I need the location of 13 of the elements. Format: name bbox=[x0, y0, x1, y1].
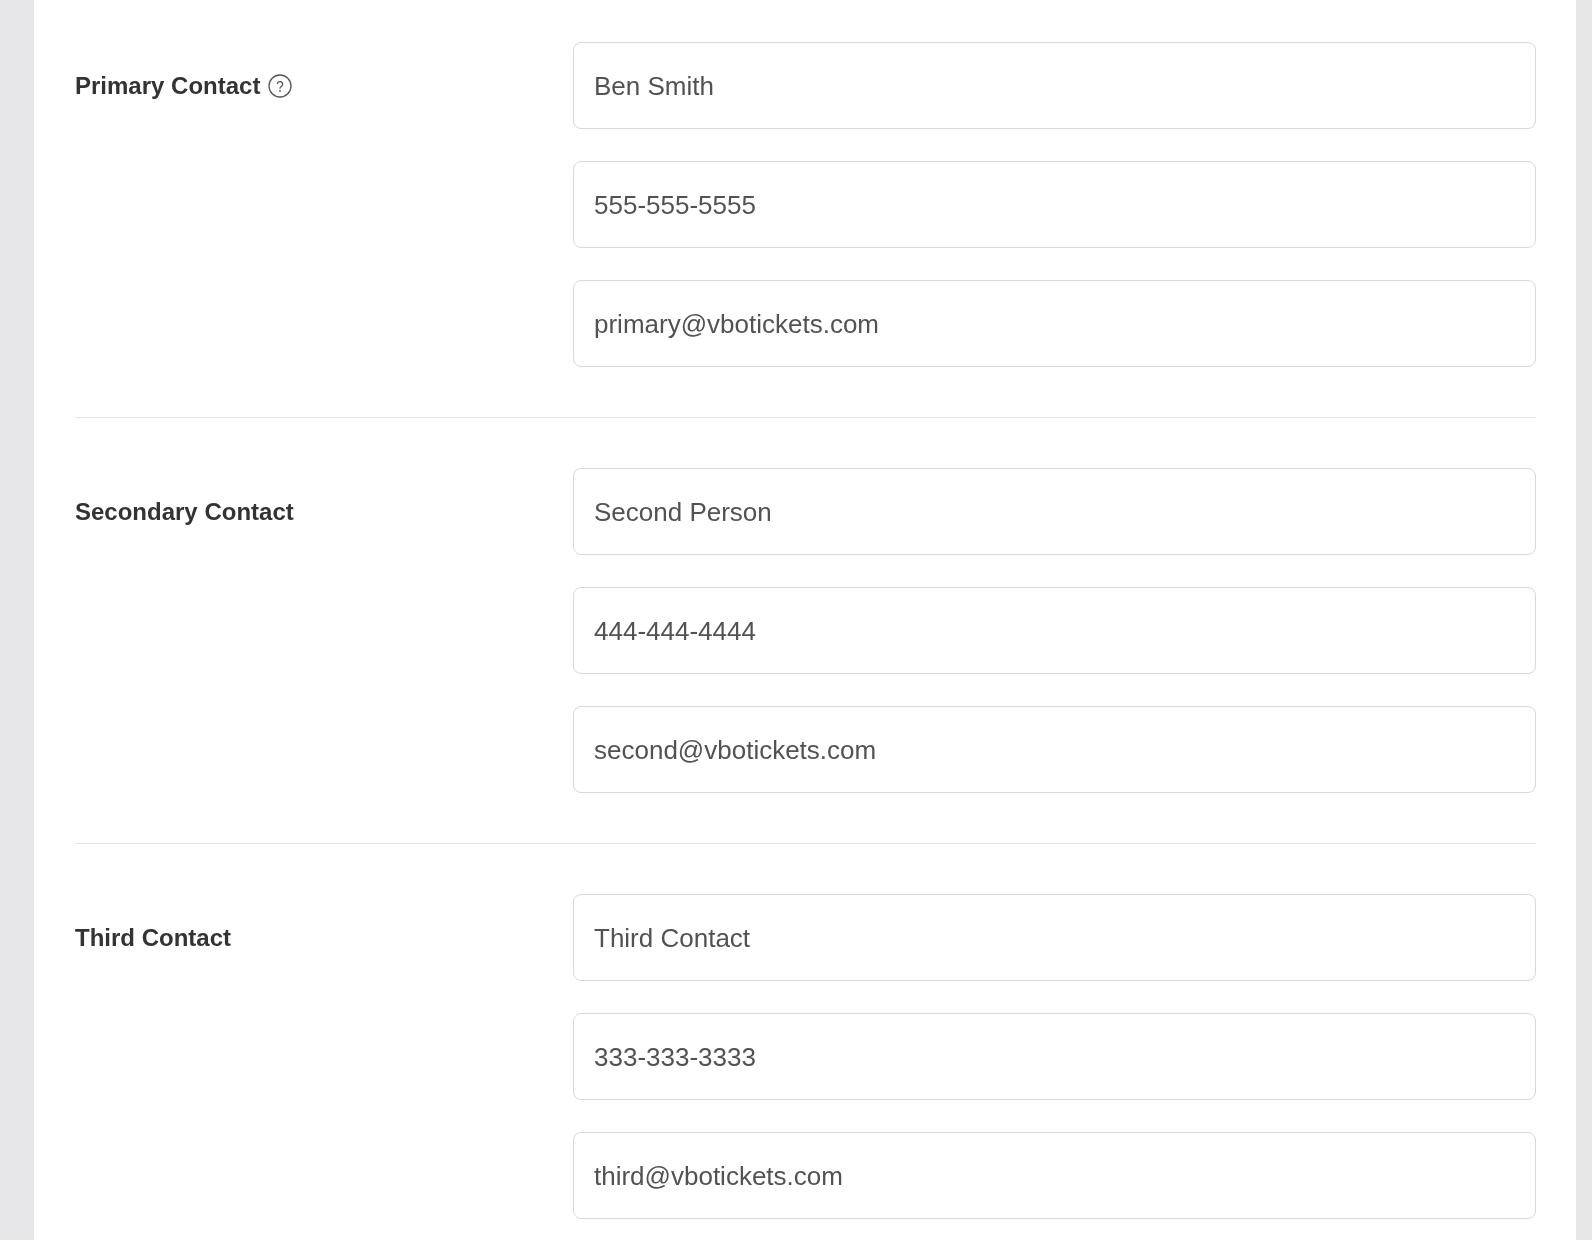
contact-label: Secondary Contact bbox=[75, 496, 294, 527]
name-field[interactable]: Second Person bbox=[573, 468, 1536, 555]
email-field[interactable]: second@vbotickets.com bbox=[573, 706, 1536, 793]
name-field[interactable]: Third Contact bbox=[573, 894, 1536, 981]
help-icon[interactable] bbox=[268, 73, 293, 98]
email-field[interactable]: third@vbotickets.com bbox=[573, 1132, 1536, 1219]
name-field[interactable]: Ben Smith bbox=[573, 42, 1536, 129]
email-field[interactable]: primary@vbotickets.com bbox=[573, 280, 1536, 367]
phone-field[interactable]: 555-555-5555 bbox=[573, 161, 1536, 248]
phone-field[interactable]: 333-333-3333 bbox=[573, 1013, 1536, 1100]
contact-label: Third Contact bbox=[75, 922, 231, 953]
contact-label: Primary Contact bbox=[75, 70, 261, 101]
phone-field[interactable]: 444-444-4444 bbox=[573, 587, 1536, 674]
